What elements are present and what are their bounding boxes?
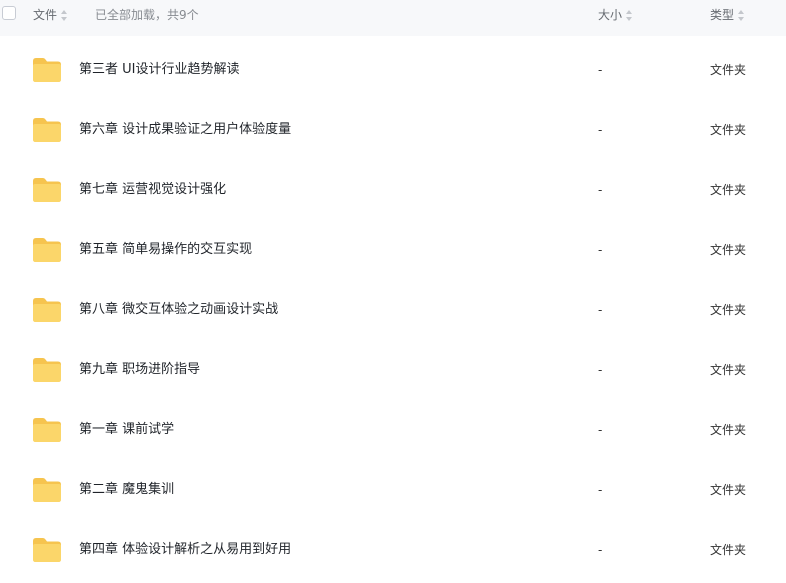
select-all-checkbox[interactable]: [2, 6, 16, 20]
file-type: 文件夹: [710, 63, 747, 77]
file-row[interactable]: 第六章 设计成果验证之用户体验度量 - 文件夹: [0, 100, 786, 160]
file-size: -: [598, 63, 603, 77]
file-row[interactable]: 第四章 体验设计解析之从易用到好用 - 文件夹: [0, 520, 786, 580]
file-type: 文件夹: [710, 363, 747, 377]
file-row[interactable]: 第九章 职场进阶指导 - 文件夹: [0, 340, 786, 400]
file-type: 文件夹: [710, 303, 747, 317]
folder-icon: [31, 537, 63, 563]
folder-icon: [31, 117, 63, 143]
file-name[interactable]: 第八章 微交互体验之动画设计实战: [79, 301, 278, 319]
file-size: -: [598, 423, 603, 437]
column-header-type[interactable]: 类型: [710, 7, 745, 23]
column-header-size-label: 大小: [598, 8, 623, 22]
column-header-type-label: 类型: [710, 8, 735, 22]
file-name[interactable]: 第二章 魔鬼集训: [79, 481, 174, 499]
file-row[interactable]: 第二章 魔鬼集训 - 文件夹: [0, 460, 786, 520]
file-size: -: [598, 123, 603, 137]
column-header-size[interactable]: 大小: [598, 7, 633, 23]
file-rows: 第三者 UI设计行业趋势解读 - 文件夹 第六章 设计成果验证之用户体验度量 -…: [0, 40, 786, 580]
column-header-name[interactable]: 文件: [33, 7, 68, 23]
folder-icon: [31, 57, 63, 83]
folder-icon: [31, 237, 63, 263]
file-name[interactable]: 第五章 简单易操作的交互实现: [79, 241, 252, 259]
file-type: 文件夹: [710, 243, 747, 257]
file-size: -: [598, 243, 603, 257]
file-size: -: [598, 183, 603, 197]
file-type: 文件夹: [710, 543, 747, 557]
column-header-name-label: 文件: [33, 8, 58, 22]
file-name[interactable]: 第六章 设计成果验证之用户体验度量: [79, 121, 291, 139]
file-list-header: 文件 已全部加载，共9个 大小 类型: [0, 0, 786, 36]
folder-icon: [31, 417, 63, 443]
file-row[interactable]: 第五章 简单易操作的交互实现 - 文件夹: [0, 220, 786, 280]
file-name[interactable]: 第四章 体验设计解析之从易用到好用: [79, 541, 291, 559]
file-list-page: 文件 已全部加载，共9个 大小 类型 第三者 UI设计行业趋势解读 - 文件夹: [0, 0, 786, 583]
file-row[interactable]: 第一章 课前试学 - 文件夹: [0, 400, 786, 460]
file-type: 文件夹: [710, 483, 747, 497]
file-size: -: [598, 363, 603, 377]
folder-icon: [31, 297, 63, 323]
file-name[interactable]: 第一章 课前试学: [79, 421, 174, 439]
file-name[interactable]: 第三者 UI设计行业趋势解读: [79, 61, 239, 79]
file-name[interactable]: 第七章 运营视觉设计强化: [79, 181, 226, 199]
file-type: 文件夹: [710, 183, 747, 197]
file-type: 文件夹: [710, 123, 747, 137]
file-size: -: [598, 483, 603, 497]
file-size: -: [598, 303, 603, 317]
file-row[interactable]: 第三者 UI设计行业趋势解读 - 文件夹: [0, 40, 786, 100]
file-name[interactable]: 第九章 职场进阶指导: [79, 361, 200, 379]
file-row[interactable]: 第七章 运营视觉设计强化 - 文件夹: [0, 160, 786, 220]
sort-icon[interactable]: [738, 9, 745, 21]
folder-icon: [31, 357, 63, 383]
file-size: -: [598, 543, 603, 557]
sort-icon[interactable]: [61, 9, 68, 21]
folder-icon: [31, 177, 63, 203]
load-summary: 已全部加载，共9个: [95, 8, 199, 22]
folder-icon: [31, 477, 63, 503]
sort-icon[interactable]: [626, 9, 633, 21]
file-row[interactable]: 第八章 微交互体验之动画设计实战 - 文件夹: [0, 280, 786, 340]
file-type: 文件夹: [710, 423, 747, 437]
